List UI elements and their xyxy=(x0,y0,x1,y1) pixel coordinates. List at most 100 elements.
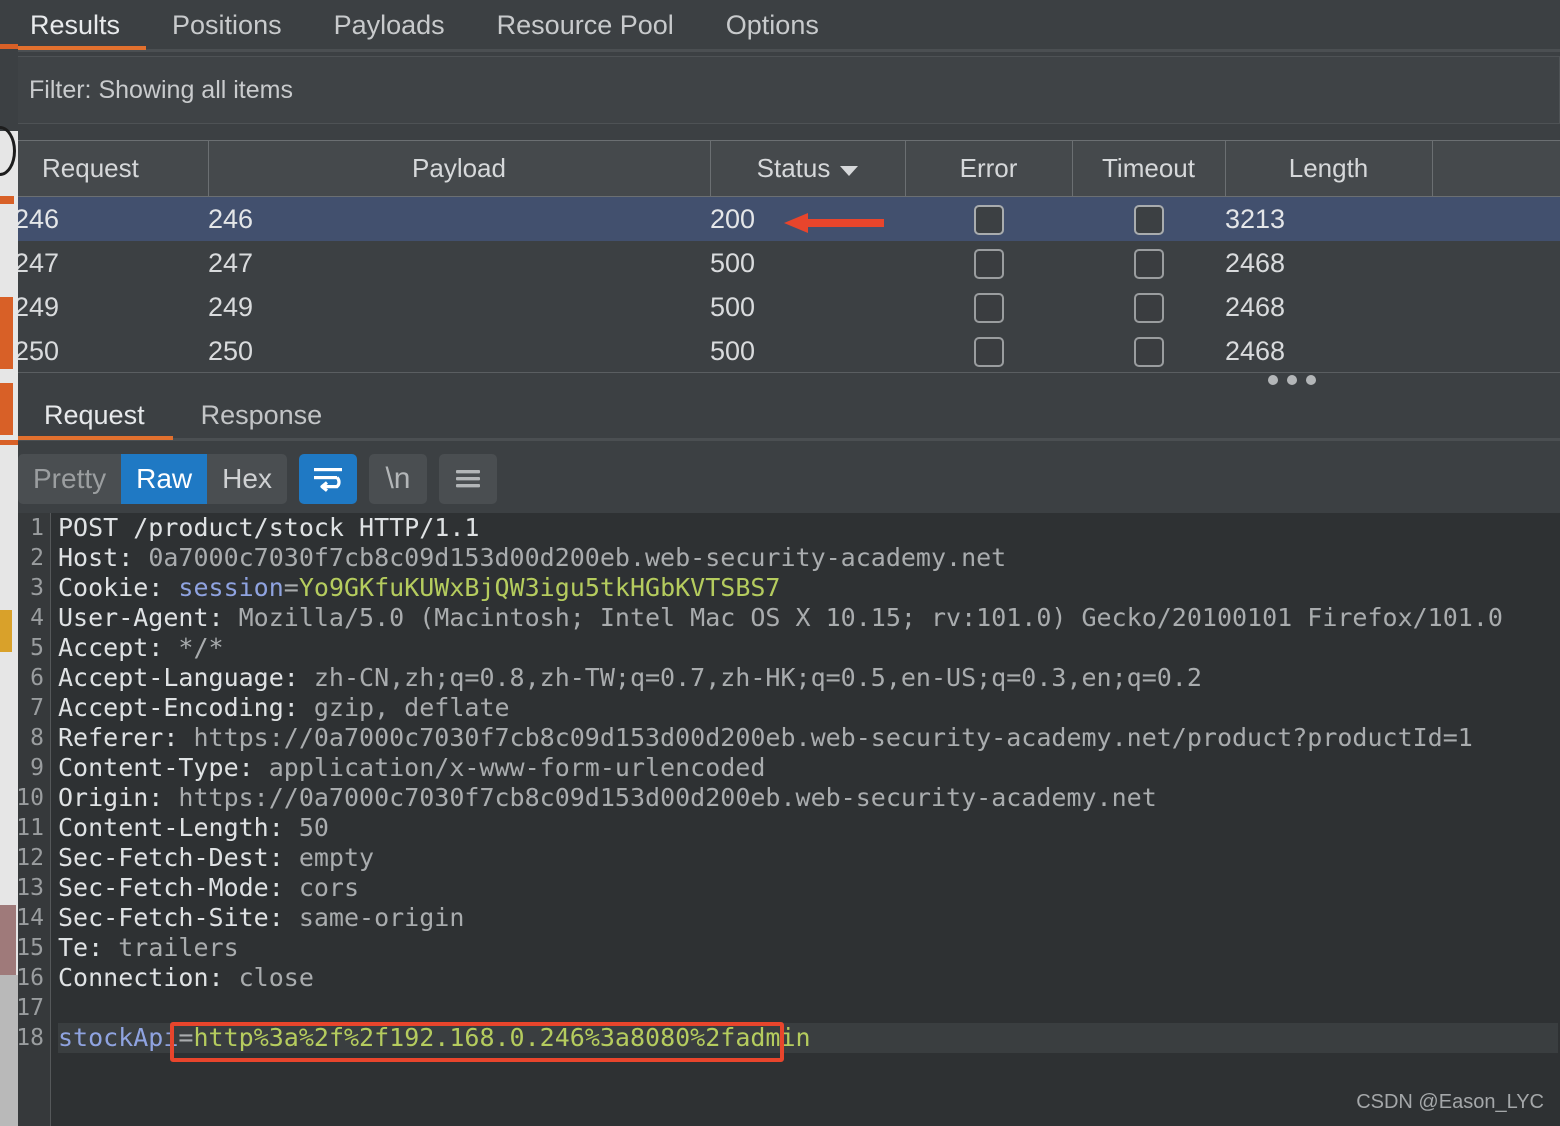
view-mode-segmented-control: Pretty Raw Hex xyxy=(18,454,287,504)
request-line: Cookie: session=Yo9GKfuKUWxBjQW3igu5tkHG… xyxy=(58,573,1558,603)
request-line: Te: trailers xyxy=(58,933,1558,963)
request-line: Sec-Fetch-Mode: cors xyxy=(58,873,1558,903)
table-row[interactable]: 249 249 500 2468 xyxy=(14,285,1560,329)
request-token: User-Agent: xyxy=(58,603,239,632)
attack-tabs: Results Positions Payloads Resource Pool… xyxy=(4,0,845,50)
request-token: Accept-Encoding: xyxy=(58,693,314,722)
cell-request: 249 xyxy=(14,285,208,329)
request-editor[interactable]: 1 2 3 4 5 6 7 8 9 10 11 12 13 14 15 16 1… xyxy=(14,513,1560,1126)
results-table-header: Request Payload Status Error Timeout Len… xyxy=(14,140,1560,197)
line-number: 12 xyxy=(16,845,44,871)
dot-1 xyxy=(1268,375,1278,385)
error-checkbox[interactable] xyxy=(973,248,1004,279)
view-mode-raw[interactable]: Raw xyxy=(121,454,208,504)
request-token: Cookie: xyxy=(58,573,179,602)
cell-request: 246 xyxy=(14,196,208,241)
cell-error xyxy=(905,285,1072,329)
line-number: 1 xyxy=(30,515,44,541)
request-line: Referer: https://0a7000c7030f7cb8c09d153… xyxy=(58,723,1558,753)
request-line: Accept-Language: zh-CN,zh;q=0.8,zh-TW;q=… xyxy=(58,663,1558,693)
tab-response-label: Response xyxy=(200,399,323,430)
message-tabs: Request Response xyxy=(16,390,350,440)
column-header-status[interactable]: Status xyxy=(710,140,906,197)
cell-length: 2468 xyxy=(1225,241,1432,285)
cell-timeout xyxy=(1072,285,1225,329)
timeout-checkbox[interactable] xyxy=(1133,292,1164,323)
view-mode-raw-label: Raw xyxy=(136,463,193,494)
column-header-error[interactable]: Error xyxy=(905,140,1073,197)
request-token: Sec-Fetch-Site: xyxy=(58,903,299,932)
tab-options[interactable]: Options xyxy=(700,0,845,50)
column-header-timeout[interactable]: Timeout xyxy=(1072,140,1226,197)
request-line: Connection: close xyxy=(58,963,1558,993)
cell-payload: 250 xyxy=(208,329,710,373)
request-token: Connection: xyxy=(58,963,239,992)
table-row[interactable]: 247 247 500 2468 xyxy=(14,241,1560,285)
tab-positions-label: Positions xyxy=(172,9,282,40)
request-line: Accept: */* xyxy=(58,633,1558,663)
tab-results[interactable]: Results xyxy=(4,0,147,50)
tab-response[interactable]: Response xyxy=(173,390,351,440)
timeout-checkbox[interactable] xyxy=(1133,336,1164,367)
column-header-payload[interactable]: Payload xyxy=(208,140,711,197)
column-header-status-label: Status xyxy=(756,153,831,183)
attack-tabbar: Results Positions Payloads Resource Pool… xyxy=(0,0,1560,52)
view-mode-hex[interactable]: Hex xyxy=(207,454,287,504)
tab-resource-pool[interactable]: Resource Pool xyxy=(471,0,700,50)
request-token: Sec-Fetch-Dest: xyxy=(58,843,299,872)
cell-length: 3213 xyxy=(1225,196,1432,241)
results-table-body: 246 246 200 3213 247 247 500 2468 249 24… xyxy=(14,196,1560,373)
edge-panel-dark xyxy=(0,49,18,131)
line-number: 9 xyxy=(30,755,44,781)
column-header-timeout-label: Timeout xyxy=(1102,153,1195,183)
cell-length: 2468 xyxy=(1225,285,1432,329)
view-mode-pretty-label: Pretty xyxy=(33,463,107,494)
timeout-checkbox[interactable] xyxy=(1133,204,1164,235)
view-mode-pretty[interactable]: Pretty xyxy=(18,454,121,504)
message-menu-button[interactable] xyxy=(438,454,497,504)
results-table-container: Request Payload Status Error Timeout Len… xyxy=(14,140,1560,373)
results-overflow-handle[interactable] xyxy=(1268,375,1316,385)
request-line: User-Agent: Mozilla/5.0 (Macintosh; Inte… xyxy=(58,603,1558,633)
tab-payloads[interactable]: Payloads xyxy=(308,0,471,50)
dot-2 xyxy=(1287,375,1297,385)
cell-blank xyxy=(1432,329,1560,373)
cell-timeout xyxy=(1072,241,1225,285)
cell-error xyxy=(905,196,1072,241)
table-row[interactable]: 250 250 500 2468 xyxy=(14,329,1560,373)
line-number: 13 xyxy=(16,875,44,901)
request-token: zh-CN,zh;q=0.8,zh-TW;q=0.7,zh-HK;q=0.5,e… xyxy=(313,663,1202,692)
table-row[interactable]: 246 246 200 3213 xyxy=(14,196,1560,241)
error-checkbox[interactable] xyxy=(973,336,1004,367)
request-line: POST /product/stock HTTP/1.1 xyxy=(58,513,1558,543)
request-token: Mozilla/5.0 (Macintosh; Intel Mac OS X 1… xyxy=(238,603,1503,632)
cell-payload: 246 xyxy=(208,196,710,241)
word-wrap-button[interactable] xyxy=(298,454,357,504)
edge-orange-accent-e xyxy=(0,440,18,445)
filter-bar[interactable]: Filter: Showing all items xyxy=(14,56,1560,124)
column-header-blank[interactable] xyxy=(1432,140,1560,197)
request-line: Accept-Encoding: gzip, deflate xyxy=(58,693,1558,723)
timeout-checkbox[interactable] xyxy=(1133,248,1164,279)
column-header-length[interactable]: Length xyxy=(1225,140,1433,197)
line-number: 16 xyxy=(16,965,44,991)
newline-icon: \n xyxy=(385,462,411,495)
request-token: same-origin xyxy=(298,903,465,932)
dot-3 xyxy=(1306,375,1316,385)
request-line: Sec-Fetch-Site: same-origin xyxy=(58,903,1558,933)
error-checkbox[interactable] xyxy=(973,204,1004,235)
tab-positions[interactable]: Positions xyxy=(146,0,308,50)
request-code-body[interactable]: POST /product/stock HTTP/1.1 Host: 0a7000… xyxy=(58,513,1558,1053)
request-token: session xyxy=(178,573,284,602)
newline-button[interactable]: \n xyxy=(368,454,427,504)
tab-request[interactable]: Request xyxy=(16,390,173,440)
request-line: Host: 0a7000c7030f7cb8c09d153d00d200eb.w… xyxy=(58,543,1558,573)
cell-status: 500 xyxy=(710,285,905,329)
tab-payloads-label: Payloads xyxy=(333,9,445,40)
hamburger-menu-icon xyxy=(455,470,480,488)
request-token: http%3a%2f%2f192.168.0.246%3a8080%2fadmi… xyxy=(193,1023,811,1052)
error-checkbox[interactable] xyxy=(973,292,1004,323)
edge-orange-accent-c xyxy=(0,297,13,369)
line-number: 2 xyxy=(30,545,44,571)
column-header-request[interactable]: Request xyxy=(14,140,209,197)
